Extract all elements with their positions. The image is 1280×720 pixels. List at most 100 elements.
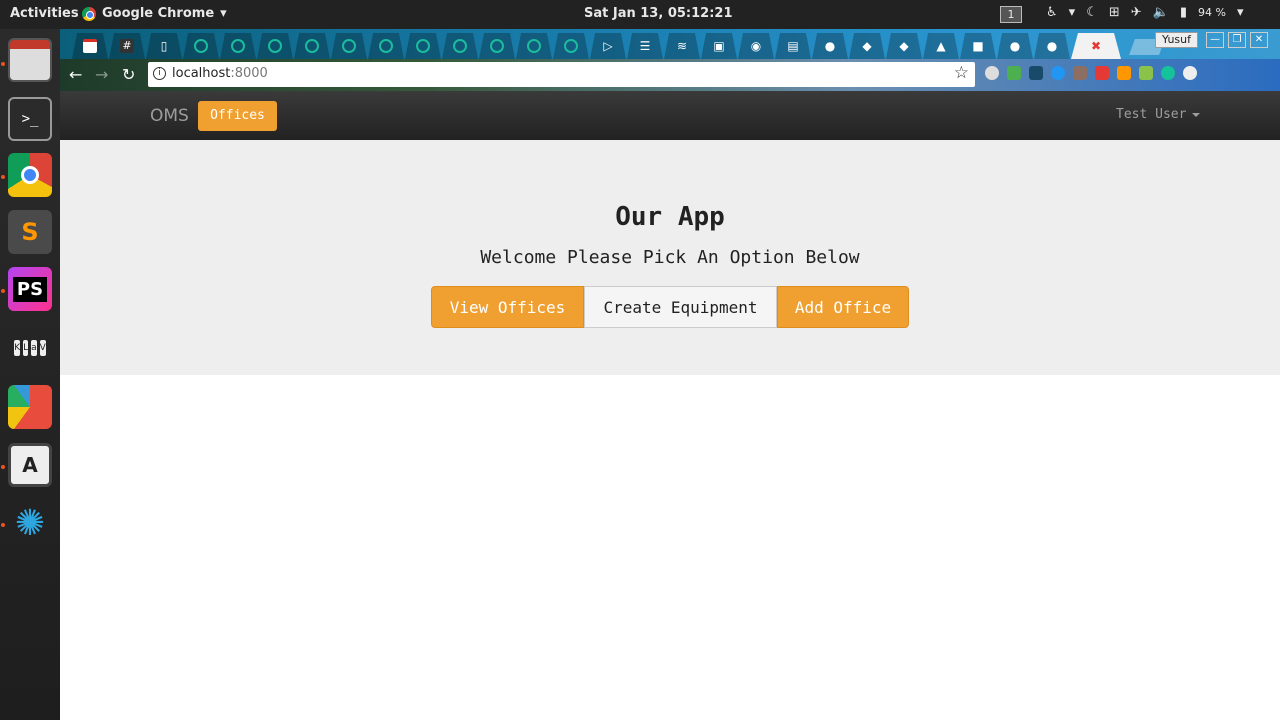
site-icon: ■ bbox=[972, 39, 984, 53]
info-icon[interactable]: i bbox=[153, 67, 166, 80]
view-offices-button[interactable]: View Offices bbox=[431, 286, 584, 328]
nav-offices-button[interactable]: Offices bbox=[198, 101, 277, 131]
hash-icon: # bbox=[120, 39, 134, 53]
night-light-icon: ☾ bbox=[1086, 5, 1098, 20]
site-icon bbox=[379, 39, 393, 53]
caret-down-icon bbox=[1192, 112, 1201, 117]
download-icon[interactable] bbox=[1007, 66, 1021, 80]
phpstorm-icon[interactable]: PS bbox=[8, 267, 52, 311]
tab-page[interactable]: ● bbox=[812, 33, 848, 59]
site-icon bbox=[527, 39, 541, 53]
maximize-icon[interactable]: ❐ bbox=[1228, 32, 1246, 48]
extension-icon[interactable] bbox=[985, 66, 999, 80]
layers-icon: ◆ bbox=[899, 39, 909, 53]
tab-page[interactable]: ▲ bbox=[923, 33, 959, 59]
software-updater-icon[interactable]: A bbox=[8, 443, 52, 487]
settings-gear-icon[interactable]: ✺ bbox=[8, 501, 52, 545]
tab-page[interactable]: ☰ bbox=[627, 33, 663, 59]
add-office-button[interactable]: Add Office bbox=[777, 286, 909, 328]
terminal-icon[interactable]: >_ bbox=[8, 97, 52, 141]
grammarly-icon[interactable] bbox=[1161, 66, 1175, 80]
tab-page[interactable] bbox=[405, 33, 441, 59]
user-menu-dropdown[interactable]: Test User bbox=[1116, 107, 1201, 122]
brand-logo[interactable]: OMS bbox=[150, 106, 189, 126]
user-menu-label: Test User bbox=[1116, 107, 1187, 122]
tab-page[interactable]: ◉ bbox=[738, 33, 774, 59]
page-subtitle: Welcome Please Pick An Option Below bbox=[480, 247, 860, 268]
site-icon bbox=[268, 39, 282, 53]
tab-document[interactable]: ▯ bbox=[146, 33, 182, 59]
menu-icon[interactable] bbox=[1183, 66, 1197, 80]
github-icon: ● bbox=[1046, 39, 1058, 53]
chrome-icon[interactable] bbox=[8, 153, 52, 197]
forward-icon[interactable]: → bbox=[95, 65, 108, 84]
running-indicator bbox=[1, 523, 5, 527]
site-icon: ▲ bbox=[936, 39, 946, 53]
accessibility-icon[interactable]: ♿ bbox=[1046, 5, 1058, 20]
site-icon bbox=[453, 39, 467, 53]
tab-page[interactable] bbox=[553, 33, 589, 59]
tab-page[interactable] bbox=[220, 33, 256, 59]
tab-page[interactable] bbox=[442, 33, 478, 59]
network-icon: ⊞ bbox=[1108, 5, 1120, 20]
browser-toolbar: ← → ↻ i localhost:8000 ☆ bbox=[60, 59, 1280, 91]
chevron-down-icon: ▾ bbox=[1068, 5, 1076, 20]
chrome-icon bbox=[82, 6, 96, 21]
tab-github[interactable]: ● bbox=[997, 33, 1033, 59]
site-icon bbox=[194, 39, 208, 53]
app-menu[interactable]: Google Chrome ▾ bbox=[82, 6, 227, 21]
show-applications-icon[interactable] bbox=[8, 668, 52, 712]
extension-icon[interactable] bbox=[1095, 66, 1109, 80]
tab-page[interactable]: ▤ bbox=[775, 33, 811, 59]
tab-gmail[interactable] bbox=[72, 33, 108, 59]
tab-page[interactable] bbox=[331, 33, 367, 59]
tab-active[interactable]: ✖ bbox=[1071, 33, 1121, 59]
tab-page[interactable] bbox=[257, 33, 293, 59]
tab-page[interactable] bbox=[516, 33, 552, 59]
minimize-icon[interactable]: — bbox=[1206, 32, 1224, 48]
sublime-text-icon[interactable]: S bbox=[8, 210, 52, 254]
files-icon[interactable] bbox=[8, 38, 52, 82]
tab-slack[interactable]: # bbox=[109, 33, 145, 59]
tab-page[interactable]: ≋ bbox=[664, 33, 700, 59]
extension-icon[interactable] bbox=[1029, 66, 1043, 80]
close-icon[interactable]: ✕ bbox=[1250, 32, 1268, 48]
system-tray[interactable]: ♿ ▾ ☾ ⊞ ✈ 🔈 ▮ 94 % ▾ bbox=[1046, 5, 1243, 20]
tab-page[interactable] bbox=[183, 33, 219, 59]
app-menu-label: Google Chrome bbox=[102, 6, 215, 21]
running-indicator bbox=[1, 289, 5, 293]
address-bar[interactable]: i localhost:8000 ☆ bbox=[148, 62, 975, 87]
back-icon[interactable]: ← bbox=[69, 65, 82, 84]
tab-page[interactable] bbox=[479, 33, 515, 59]
tab-play[interactable]: ▷ bbox=[590, 33, 626, 59]
sync-icon[interactable] bbox=[1051, 66, 1065, 80]
disk-usage-icon[interactable] bbox=[8, 385, 52, 429]
workspace-indicator[interactable]: 1 bbox=[1000, 6, 1022, 23]
tab-page[interactable]: ▣ bbox=[701, 33, 737, 59]
activities-button[interactable]: Activities bbox=[10, 6, 79, 21]
tab-github[interactable]: ● bbox=[1034, 33, 1070, 59]
tab-page[interactable] bbox=[368, 33, 404, 59]
keyboard-icon[interactable]: KLaV bbox=[8, 326, 52, 370]
extensions-bar bbox=[985, 66, 1197, 80]
reload-icon[interactable]: ↻ bbox=[122, 65, 135, 84]
web-page: OMS Offices Test User Our App Welcome Pl… bbox=[60, 91, 1280, 720]
browser-tab-strip: # ▯ ▷ ☰ ≋ ▣ ◉ ▤ ● ◆ ◆ ▲ ■ ● ● ✖ Yusuf — … bbox=[60, 29, 1280, 59]
profile-button[interactable]: Yusuf bbox=[1155, 32, 1199, 48]
tab-page[interactable]: ◆ bbox=[886, 33, 922, 59]
extension-icon[interactable] bbox=[1117, 66, 1131, 80]
dock: >_ S PS KLaV A ✺ bbox=[0, 29, 60, 720]
clock[interactable]: Sat Jan 13, 05:12:21 bbox=[584, 6, 733, 21]
extension-icon[interactable] bbox=[1073, 66, 1087, 80]
close-icon[interactable]: ✖ bbox=[1091, 39, 1101, 53]
extension-icon[interactable] bbox=[1139, 66, 1153, 80]
chevron-down-icon: ▾ bbox=[1236, 5, 1244, 20]
bookmark-star-icon[interactable]: ☆ bbox=[954, 63, 969, 83]
tab-page[interactable] bbox=[294, 33, 330, 59]
url-text: localhost:8000 bbox=[172, 66, 268, 81]
system-top-bar: Activities Google Chrome ▾ Sat Jan 13, 0… bbox=[0, 0, 1280, 29]
tab-page[interactable]: ◆ bbox=[849, 33, 885, 59]
create-equipment-button[interactable]: Create Equipment bbox=[584, 286, 777, 328]
tab-page[interactable]: ■ bbox=[960, 33, 996, 59]
site-icon: ▣ bbox=[713, 39, 725, 53]
